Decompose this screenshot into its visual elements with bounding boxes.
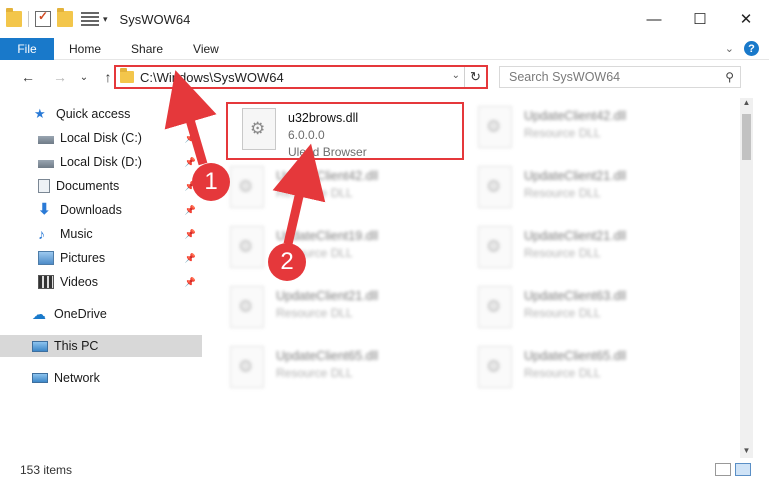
- arrow-step-2: [272, 143, 326, 246]
- annotation-arrows: [164, 70, 326, 246]
- arrow-step-1: [164, 70, 217, 166]
- step-2-badge: 2: [268, 243, 306, 281]
- step-1-badge: 1: [192, 163, 230, 201]
